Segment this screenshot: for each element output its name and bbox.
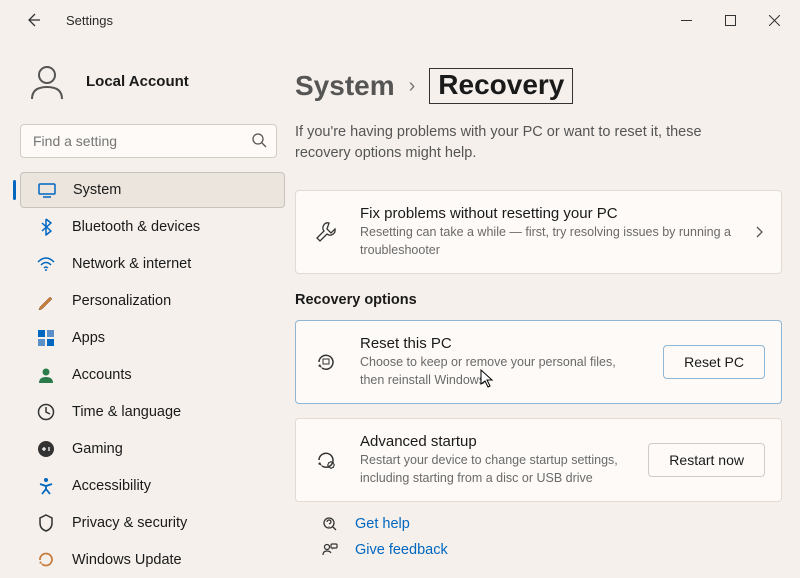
- sidebar-item-gaming[interactable]: Gaming: [20, 431, 285, 467]
- sidebar-item-personalization[interactable]: Personalization: [20, 283, 285, 319]
- advanced-startup-icon: [312, 449, 340, 471]
- main-content: System › Recovery If you're having probl…: [295, 40, 800, 571]
- reset-icon: [312, 351, 340, 373]
- sidebar-item-label: System: [73, 182, 121, 198]
- sidebar-item-label: Gaming: [72, 441, 123, 457]
- reset-desc: Choose to keep or remove your personal f…: [360, 354, 643, 389]
- sidebar-item-label: Personalization: [72, 293, 171, 309]
- chevron-right-icon: [753, 226, 765, 238]
- sidebar-item-accessibility[interactable]: Accessibility: [20, 468, 285, 504]
- search-box[interactable]: [20, 124, 277, 158]
- titlebar: Settings: [0, 0, 800, 40]
- footer-links: Get help Give feedback: [295, 516, 782, 558]
- sidebar-item-system[interactable]: System: [20, 172, 285, 208]
- give-feedback-label: Give feedback: [355, 542, 448, 558]
- sidebar: Local Account System Bluetooth & devices…: [0, 40, 295, 571]
- window-title: Settings: [66, 13, 113, 28]
- reset-pc-button[interactable]: Reset PC: [663, 345, 765, 379]
- back-button[interactable]: [22, 9, 44, 31]
- chevron-right-icon: ›: [409, 75, 416, 98]
- avatar-icon: [26, 60, 68, 102]
- account-name: Local Account: [86, 73, 189, 90]
- gaming-icon: [36, 439, 56, 459]
- wrench-icon: [312, 221, 340, 243]
- give-feedback-link[interactable]: Give feedback: [321, 542, 782, 558]
- sidebar-item-label: Time & language: [72, 404, 181, 420]
- advanced-title: Advanced startup: [360, 433, 628, 450]
- search-input[interactable]: [20, 124, 277, 158]
- sidebar-item-label: Privacy & security: [72, 515, 187, 531]
- feedback-icon: [321, 542, 339, 558]
- accessibility-icon: [36, 476, 56, 496]
- fix-problems-card[interactable]: Fix problems without resetting your PC R…: [295, 190, 782, 274]
- reset-pc-card: Reset this PC Choose to keep or remove y…: [295, 320, 782, 404]
- time-language-icon: [36, 402, 56, 422]
- sidebar-item-accounts[interactable]: Accounts: [20, 357, 285, 393]
- minimize-button[interactable]: [664, 5, 708, 35]
- sidebar-item-label: Accessibility: [72, 478, 151, 494]
- restart-now-button[interactable]: Restart now: [648, 443, 765, 477]
- sidebar-item-privacy[interactable]: Privacy & security: [20, 505, 285, 541]
- privacy-icon: [36, 513, 56, 533]
- sidebar-item-label: Windows Update: [72, 552, 182, 568]
- breadcrumb-current: Recovery: [429, 68, 573, 104]
- sidebar-item-label: Bluetooth & devices: [72, 219, 200, 235]
- search-icon: [251, 132, 267, 148]
- help-icon: [321, 516, 339, 532]
- advanced-desc: Restart your device to change startup se…: [360, 452, 628, 487]
- sidebar-item-network[interactable]: Network & internet: [20, 246, 285, 282]
- fix-title: Fix problems without resetting your PC: [360, 205, 733, 222]
- personalization-icon: [36, 291, 56, 311]
- close-button[interactable]: [752, 5, 796, 35]
- breadcrumb: System › Recovery: [295, 68, 782, 104]
- get-help-label: Get help: [355, 516, 410, 532]
- sidebar-item-apps[interactable]: Apps: [20, 320, 285, 356]
- network-icon: [36, 254, 56, 274]
- advanced-startup-card: Advanced startup Restart your device to …: [295, 418, 782, 502]
- sidebar-item-label: Apps: [72, 330, 105, 346]
- fix-desc: Resetting can take a while — first, try …: [360, 224, 733, 259]
- recovery-options-label: Recovery options: [295, 292, 782, 308]
- sidebar-item-bluetooth[interactable]: Bluetooth & devices: [20, 209, 285, 245]
- breadcrumb-parent[interactable]: System: [295, 70, 395, 102]
- windows-update-icon: [36, 550, 56, 570]
- nav-list: System Bluetooth & devices Network & int…: [20, 172, 285, 578]
- sidebar-item-label: Network & internet: [72, 256, 191, 272]
- accounts-icon: [36, 365, 56, 385]
- intro-text: If you're having problems with your PC o…: [295, 122, 705, 164]
- get-help-link[interactable]: Get help: [321, 516, 782, 532]
- bluetooth-icon: [36, 217, 56, 237]
- sidebar-item-label: Accounts: [72, 367, 132, 383]
- reset-title: Reset this PC: [360, 335, 643, 352]
- system-icon: [37, 180, 57, 200]
- sidebar-item-windows-update[interactable]: Windows Update: [20, 542, 285, 578]
- maximize-button[interactable]: [708, 5, 752, 35]
- apps-icon: [36, 328, 56, 348]
- account-header[interactable]: Local Account: [20, 50, 285, 124]
- sidebar-item-time-language[interactable]: Time & language: [20, 394, 285, 430]
